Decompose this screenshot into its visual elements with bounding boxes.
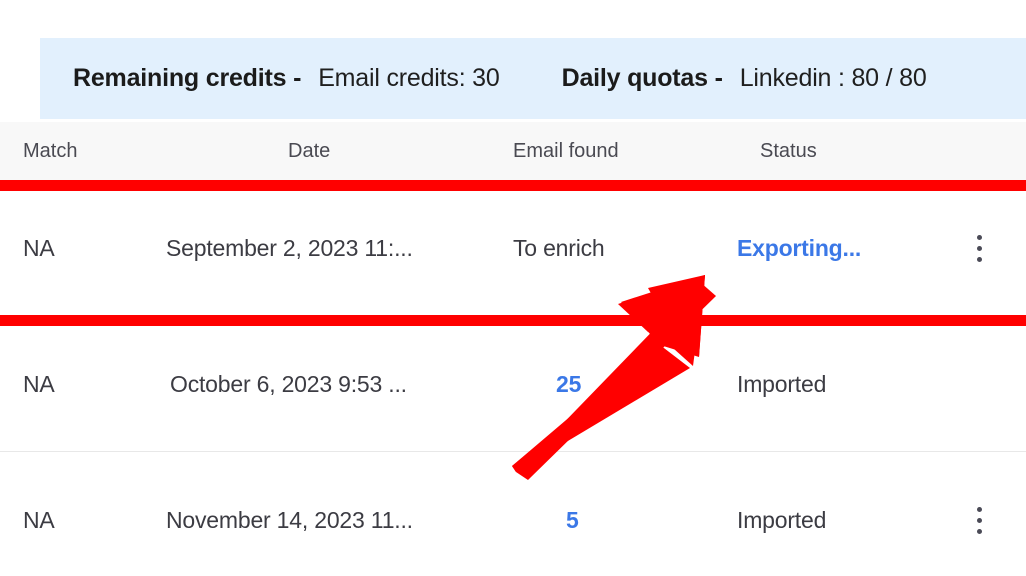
kebab-dot <box>976 245 982 251</box>
remaining-credits-block: Remaining credits - Email credits: 30 <box>73 64 500 93</box>
annotation-highlight-line-top <box>0 180 1026 191</box>
linkedin-quota-value: Linkedin : 80 / 80 <box>739 64 927 92</box>
kebab-dot <box>976 517 982 523</box>
table-row[interactable]: NA November 14, 2023 11... 5 Imported <box>0 452 1026 576</box>
table-header-row: Match Date Email found Status <box>0 122 1026 180</box>
annotation-highlight-line-bottom <box>0 315 1026 326</box>
cell-match: NA <box>23 234 55 261</box>
email-found-count[interactable]: 25 <box>556 371 581 398</box>
table-row[interactable]: NA October 6, 2023 9:53 ... 25 Imported <box>0 316 1026 452</box>
remaining-credits-label: Remaining credits - <box>73 64 302 92</box>
cell-date: November 14, 2023 11... <box>166 506 413 533</box>
row-menu-button[interactable] <box>968 452 990 576</box>
column-header-status[interactable]: Status <box>760 122 817 180</box>
cell-match: NA <box>23 370 55 397</box>
daily-quotas-block: Daily quotas - Linkedin : 80 / 80 <box>562 64 927 93</box>
cell-status: Imported <box>737 370 827 397</box>
email-found-count[interactable]: 5 <box>566 507 579 534</box>
kebab-menu-icon[interactable] <box>968 500 990 540</box>
column-header-email-found[interactable]: Email found <box>513 122 619 180</box>
cell-email-found: To enrich <box>513 234 605 261</box>
row-menu-button[interactable] <box>968 180 990 316</box>
cell-status: Exporting... <box>737 180 861 316</box>
kebab-dot <box>976 528 982 534</box>
cell-email-found[interactable]: 5 <box>566 452 579 576</box>
kebab-dot <box>976 234 982 240</box>
page-root: Remaining credits - Email credits: 30 Da… <box>0 0 1026 576</box>
table-row[interactable]: NA September 2, 2023 11:... To enrich Ex… <box>0 180 1026 316</box>
kebab-menu-icon[interactable] <box>968 228 990 268</box>
cell-date: September 2, 2023 11:... <box>166 234 413 261</box>
kebab-dot <box>976 256 982 262</box>
column-header-date[interactable]: Date <box>288 122 330 180</box>
cell-match: NA <box>23 506 55 533</box>
credits-quotas-banner: Remaining credits - Email credits: 30 Da… <box>40 38 1026 119</box>
cell-email-found[interactable]: 25 <box>556 316 581 452</box>
column-header-match[interactable]: Match <box>23 122 77 180</box>
cell-status: Imported <box>737 506 827 533</box>
status-exporting-link[interactable]: Exporting... <box>737 235 861 262</box>
daily-quotas-label: Daily quotas - <box>561 64 723 92</box>
cell-date: October 6, 2023 9:53 ... <box>170 370 407 397</box>
email-credits-value: Email credits: 30 <box>318 64 500 92</box>
kebab-dot <box>976 506 982 512</box>
